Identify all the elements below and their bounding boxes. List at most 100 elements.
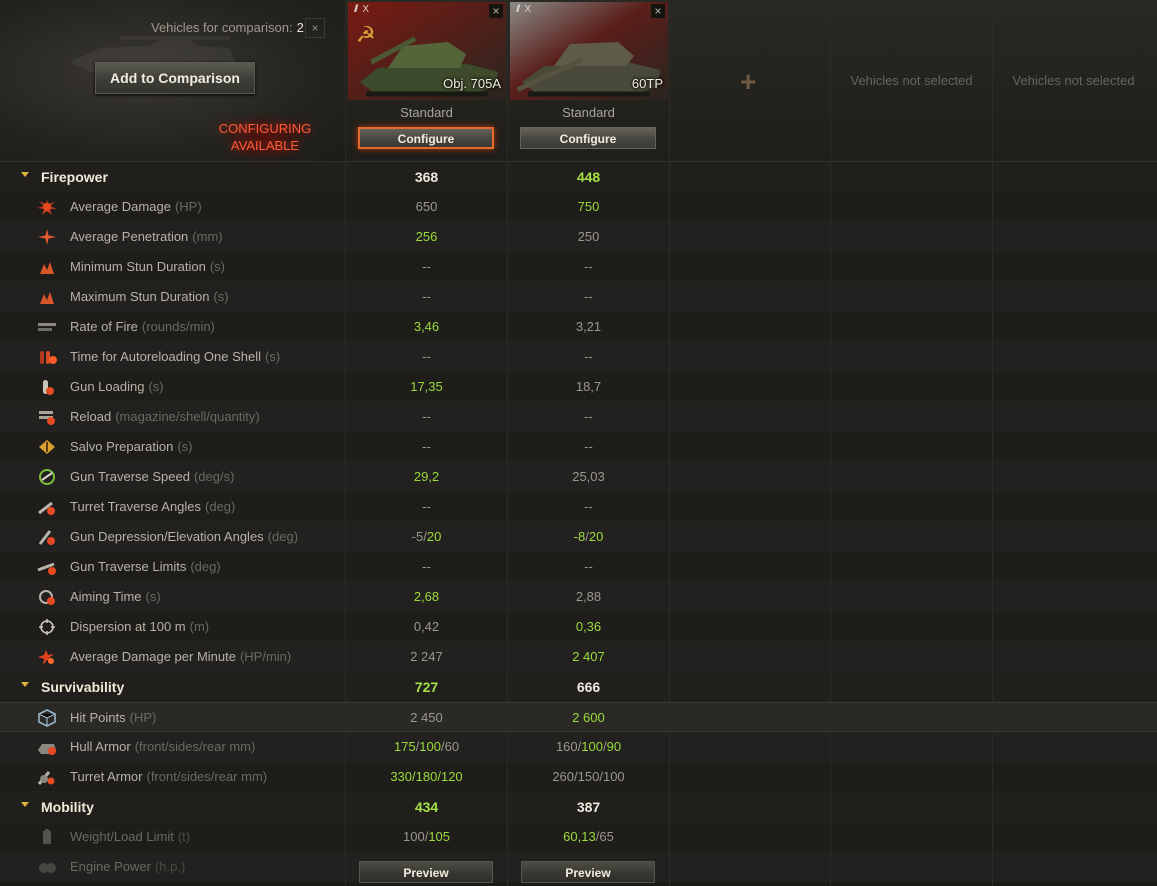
vehicle-2-value: 2,88: [508, 589, 669, 604]
section-title[interactable]: Survivability: [41, 679, 124, 695]
value-part: 750: [577, 199, 600, 214]
stat-label: Gun Loading (s): [70, 379, 164, 394]
value-part: 120: [440, 769, 463, 784]
collapse-arrow-icon[interactable]: [21, 682, 29, 687]
vehicle-1-value: --: [346, 439, 507, 454]
vehicles-count: 2: [296, 20, 304, 35]
value-part: 25,03: [572, 469, 605, 484]
stat-label: Gun Traverse Limits (deg): [70, 559, 221, 574]
section-title[interactable]: Firepower: [41, 169, 108, 185]
value-part: 368: [414, 169, 439, 185]
value-part: 666: [576, 679, 601, 695]
stat-unit: (deg): [267, 529, 299, 544]
engine-power-icon: [39, 863, 56, 873]
column-divider: [830, 0, 831, 886]
value-part: --: [422, 499, 431, 514]
stat-name: Turret Armor: [70, 769, 143, 784]
value-part: 2 407: [572, 649, 605, 664]
preview-button-vehicle-2[interactable]: Preview: [521, 861, 655, 883]
vehicle-1-value: 2 247: [346, 649, 507, 664]
comparison-header: Vehicles for comparison: 2 × Add to Compa…: [0, 0, 1157, 164]
value-part: 727: [414, 679, 439, 695]
heavy-tank-class-icon: ///: [516, 4, 521, 15]
section-title[interactable]: Mobility: [41, 799, 94, 815]
stat-unit: (HP): [129, 710, 157, 725]
section-row-firepower: Firepower 368 448: [0, 162, 1157, 192]
stat-name: Gun Traverse Speed: [70, 469, 190, 484]
column-divider: [507, 0, 508, 886]
stat-label: Rate of Fire (rounds/min): [70, 319, 215, 334]
traverse-limits-icon: [37, 562, 56, 575]
stat-name: Average Damage per Minute: [70, 649, 236, 664]
add-to-comparison-button[interactable]: Add to Comparison: [95, 62, 255, 94]
vehicle-2-value: --: [508, 439, 669, 454]
value-part: 434: [414, 799, 439, 815]
value-part: 100: [602, 769, 625, 784]
value-part: 65: [599, 829, 614, 844]
stat-label: Hull Armor (front/sides/rear mm): [70, 739, 255, 754]
value-part: --: [584, 259, 593, 274]
stat-row: Turret Armor (front/sides/rear mm) 330/180…: [0, 762, 1157, 792]
remove-vehicle-button[interactable]: ×: [651, 4, 665, 18]
vehicle-1-value: --: [346, 349, 507, 364]
vehicle-1-value: 727: [346, 679, 507, 695]
vehicle-1-value: --: [346, 559, 507, 574]
stat-label: Hit Points (HP): [70, 710, 156, 725]
configure-button[interactable]: Configure: [358, 127, 494, 149]
value-part: 387: [576, 799, 601, 815]
vehicle-1-value: 330/180/120: [346, 769, 507, 784]
stat-row: Gun Traverse Limits (deg) -- --: [0, 552, 1157, 582]
preview-button-vehicle-1[interactable]: Preview: [359, 861, 493, 883]
configure-button[interactable]: Configure: [520, 127, 656, 149]
value-part: --: [422, 439, 431, 454]
stat-label: Salvo Preparation (s): [70, 439, 193, 454]
stat-unit: (m): [189, 619, 210, 634]
vehicle-2-value: 448: [508, 169, 669, 185]
dpm-icon: [38, 650, 54, 665]
value-part: 90: [606, 739, 622, 754]
vehicles-for-comparison-text: Vehicles for comparison:: [151, 20, 293, 35]
vehicle-1-value: 2,68: [346, 589, 507, 604]
stat-unit: (s): [265, 349, 281, 364]
rate-of-fire-icon: [38, 323, 56, 331]
value-part: --: [584, 499, 593, 514]
value-part: --: [422, 409, 431, 424]
collapse-arrow-icon[interactable]: [21, 172, 29, 177]
vehicle-2-value: 3,21: [508, 319, 669, 334]
value-part: --: [422, 349, 431, 364]
section-row-survivability: Survivability 727 666: [0, 672, 1157, 702]
vehicle-2-value: --: [508, 289, 669, 304]
vehicle-2-value: 387: [508, 799, 669, 815]
stat-unit: (s): [209, 259, 225, 274]
stat-name: Dispersion at 100 m: [70, 619, 186, 634]
stat-row: Time for Autoreloading One Shell (s) -- --: [0, 342, 1157, 372]
collapse-arrow-icon[interactable]: [21, 802, 29, 807]
add-vehicle-slot-icon[interactable]: +: [740, 66, 756, 98]
stat-label: Time for Autoreloading One Shell (s): [70, 349, 280, 364]
stat-name: Average Penetration: [70, 229, 189, 244]
turret-angles-icon: [38, 501, 55, 515]
stat-label: Average Penetration (mm): [70, 229, 223, 244]
value-part: --: [422, 259, 431, 274]
empty-slot-text: Vehicles not selected: [1012, 73, 1135, 88]
stat-unit: (s): [213, 289, 229, 304]
stat-label: Reload (magazine/shell/quantity): [70, 409, 260, 424]
vehicle-2-value: 60,13/65: [508, 829, 669, 844]
stat-unit: (HP): [174, 199, 202, 214]
hit-points-icon: [38, 709, 56, 727]
vehicle-2-value: 160/100/90: [508, 739, 669, 754]
value-part: 160: [555, 739, 578, 754]
stat-label: Gun Traverse Speed (deg/s): [70, 469, 234, 484]
remove-vehicle-button[interactable]: ×: [489, 4, 503, 18]
stat-unit: (s): [148, 379, 164, 394]
vehicle-1-value: 2 450: [346, 710, 507, 725]
empty-slot-text: Vehicles not selected: [850, 73, 973, 88]
vehicle-2-value: --: [508, 259, 669, 274]
reload-magazine-icon: [39, 411, 55, 425]
value-part: 3,21: [575, 319, 602, 334]
stat-name: Hull Armor: [70, 739, 131, 754]
close-icon: ×: [654, 4, 662, 18]
clear-comparison-button[interactable]: ×: [305, 18, 325, 38]
svg-text:☭: ☭: [356, 23, 376, 48]
stat-name: Gun Loading: [70, 379, 145, 394]
